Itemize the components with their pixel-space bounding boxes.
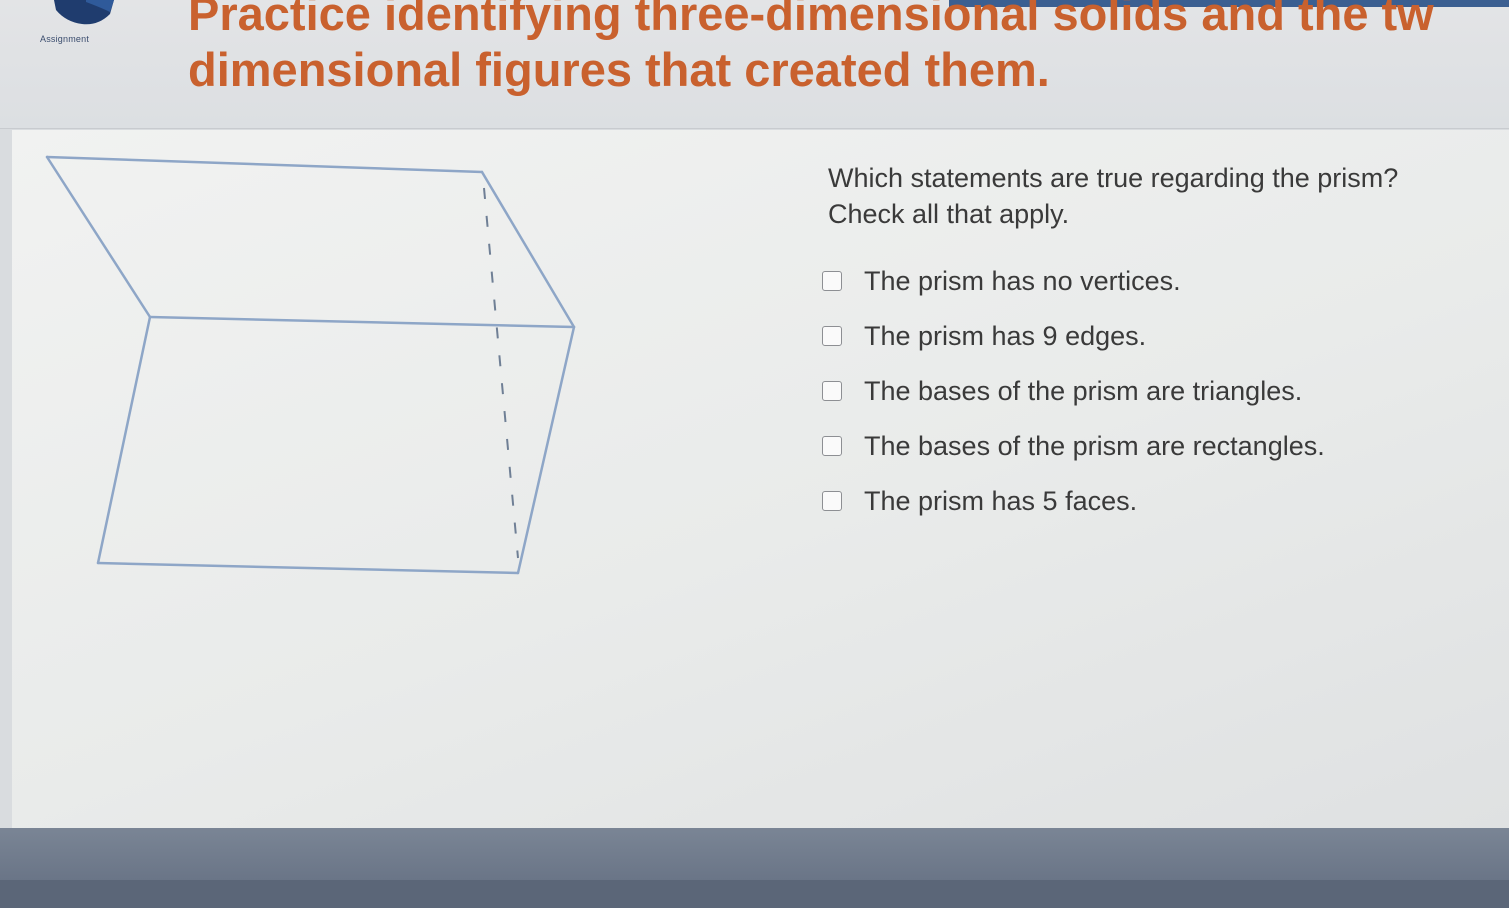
option-label: The bases of the prism are rectangles. [864, 430, 1325, 461]
assignment-header: Assignment Practice identifying three-di… [0, 0, 1509, 129]
title-line-2: dimensional figures that created them. [188, 43, 1050, 96]
checkbox[interactable] [822, 271, 842, 291]
status-bar [0, 880, 1509, 908]
bottom-toolbar [0, 828, 1509, 880]
option-no-vertices[interactable]: The prism has no vertices. [822, 266, 1325, 296]
prism-edge [516, 325, 576, 575]
prism-figure [45, 155, 576, 575]
options-list: The prism has no vertices. The prism has… [822, 266, 1325, 541]
checkbox[interactable] [822, 491, 842, 511]
option-label: The prism has 9 edges. [864, 320, 1147, 351]
option-9-edges[interactable]: The prism has 9 edges. [822, 321, 1325, 351]
logo-icon [54, 0, 114, 25]
prism-edge [96, 561, 520, 575]
page-title: Practice identifying three-dimensional s… [188, 0, 1509, 98]
question-panel: Which statements are true regarding the … [12, 130, 1509, 828]
title-line-1: Practice identifying three-dimensional s… [188, 0, 1434, 40]
prism-edge [45, 155, 152, 319]
question-text: Which statements are true regarding the … [828, 160, 1508, 232]
prism-hidden-edge [483, 187, 519, 559]
option-5-faces[interactable]: The prism has 5 faces. [822, 486, 1325, 516]
question-instruction: Check all that apply. [828, 199, 1070, 229]
prism-edge [96, 315, 152, 565]
assignment-label: Assignment [40, 34, 90, 44]
prism-edge [480, 170, 576, 329]
option-bases-triangles[interactable]: The bases of the prism are triangles. [822, 376, 1325, 406]
checkbox[interactable] [822, 381, 842, 401]
prism-edge [148, 315, 576, 329]
option-label: The prism has 5 faces. [864, 485, 1138, 516]
option-bases-rectangles[interactable]: The bases of the prism are rectangles. [822, 431, 1325, 461]
prism-edge [45, 155, 484, 174]
option-label: The prism has no vertices. [864, 265, 1181, 296]
question-prompt: Which statements are true regarding the … [828, 163, 1399, 193]
checkbox[interactable] [822, 436, 842, 456]
checkbox[interactable] [822, 326, 842, 346]
option-label: The bases of the prism are triangles. [864, 375, 1303, 406]
